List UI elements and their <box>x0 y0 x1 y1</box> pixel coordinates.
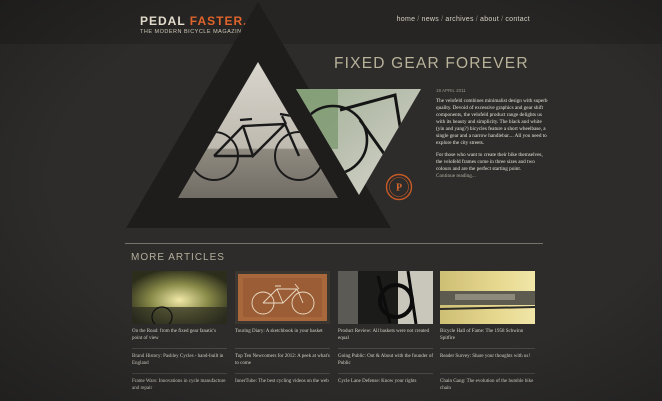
continue-reading-link[interactable]: Continue reading... <box>436 173 476 179</box>
article-thumbnail[interactable] <box>132 271 227 324</box>
more-articles-heading: MORE ARTICLES <box>131 252 225 263</box>
article-column: Product Review: All baskets were not cre… <box>338 271 433 398</box>
article-link[interactable]: Frame Wars: Innovations in cycle manufac… <box>132 374 227 398</box>
hero-paragraph: For those who want to create their bike … <box>436 152 548 180</box>
hero-title[interactable]: FIXED GEAR FOREVER <box>334 55 529 73</box>
article-link[interactable]: Brand History: Pashley Cycles - hand-bui… <box>132 349 227 374</box>
article-column: Touring Diary: A sketchbook in your bask… <box>235 271 330 398</box>
badge-letter: P <box>396 183 402 194</box>
hero-paragraph: The velofeld combines minimalist design … <box>436 98 548 146</box>
article-thumbnail[interactable] <box>440 271 535 324</box>
article-link[interactable]: Top Ten Newcomers for 2012: A peek at wh… <box>235 349 330 374</box>
hero-graphic[interactable]: P <box>0 0 662 401</box>
article-link[interactable]: On the Road: from the fixed gear fanatic… <box>132 324 227 349</box>
article-link[interactable]: Touring Diary: A sketchbook in your bask… <box>235 324 330 349</box>
article-thumbnail[interactable] <box>235 271 330 324</box>
article-link[interactable]: InnerTube: The best cycling videos on th… <box>235 374 330 398</box>
article-link[interactable]: Product Review: All baskets were not cre… <box>338 324 433 349</box>
article-link[interactable]: Chain Gang: The evolution of the humble … <box>440 374 535 398</box>
article-thumbnail[interactable] <box>338 271 433 324</box>
section-divider <box>125 243 543 244</box>
article-link[interactable]: Reader Survey: Share your thoughts with … <box>440 349 535 374</box>
hero-body: The velofeld combines minimalist design … <box>436 98 548 185</box>
article-link[interactable]: Cycle Lane Defense: Know your rights <box>338 374 433 398</box>
hero-date: 18 APRIL 2011 <box>436 88 466 93</box>
hero-paragraph-text: For those who want to create their bike … <box>436 152 543 172</box>
article-link[interactable]: Bicycle Hall of Fame: The 1958 Schwinn S… <box>440 324 535 349</box>
article-link[interactable]: Going Public: Out & About with the found… <box>338 349 433 374</box>
article-column: On the Road: from the fixed gear fanatic… <box>132 271 227 398</box>
article-column: Bicycle Hall of Fame: The 1958 Schwinn S… <box>440 271 535 398</box>
